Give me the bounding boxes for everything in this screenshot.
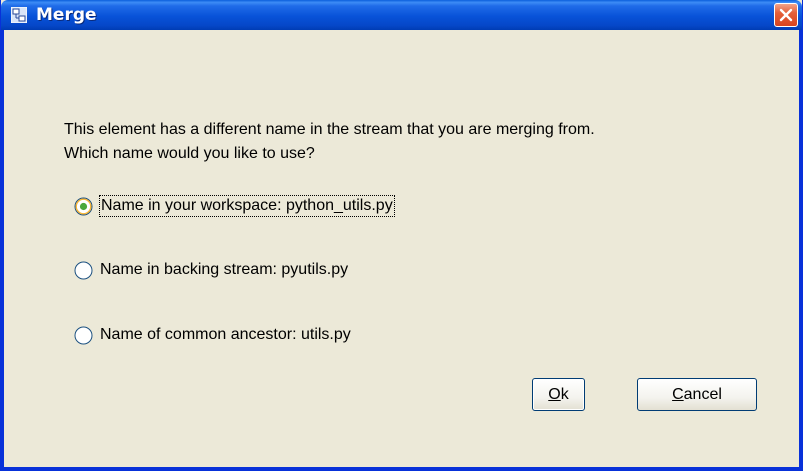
radio-unselected-icon[interactable] [74,261,93,280]
prompt-message: This element has a different name in the… [64,118,595,166]
prompt-line-1: This element has a different name in the… [64,121,595,138]
window-border-left [1,30,4,470]
cancel-button[interactable]: Cancel [637,378,757,411]
close-icon [779,8,793,22]
option-label: Name in backing stream: pyutils.py [100,261,349,278]
prompt-line-2: Which name would you like to use? [64,145,315,162]
ok-mnemonic: O [548,386,561,403]
merge-dialog: Merge This element has a different name … [0,0,803,471]
window-title: Merge [36,5,97,25]
radio-selected-icon[interactable] [74,197,93,216]
ok-button[interactable]: Ok [532,378,585,411]
cancel-mnemonic: C [672,386,684,403]
ok-label-rest: k [560,386,569,403]
cancel-label-rest: ancel [683,386,722,403]
radio-unselected-icon[interactable] [74,326,93,345]
option-label: Name in your workspace: python_utils.py [99,195,395,217]
window-border-bottom [1,467,802,470]
title-bar[interactable]: Merge [1,0,802,30]
option-label: Name of common ancestor: utils.py [100,326,351,343]
merge-app-icon [10,6,28,24]
close-button[interactable] [774,3,798,27]
window-border-right [799,30,802,470]
